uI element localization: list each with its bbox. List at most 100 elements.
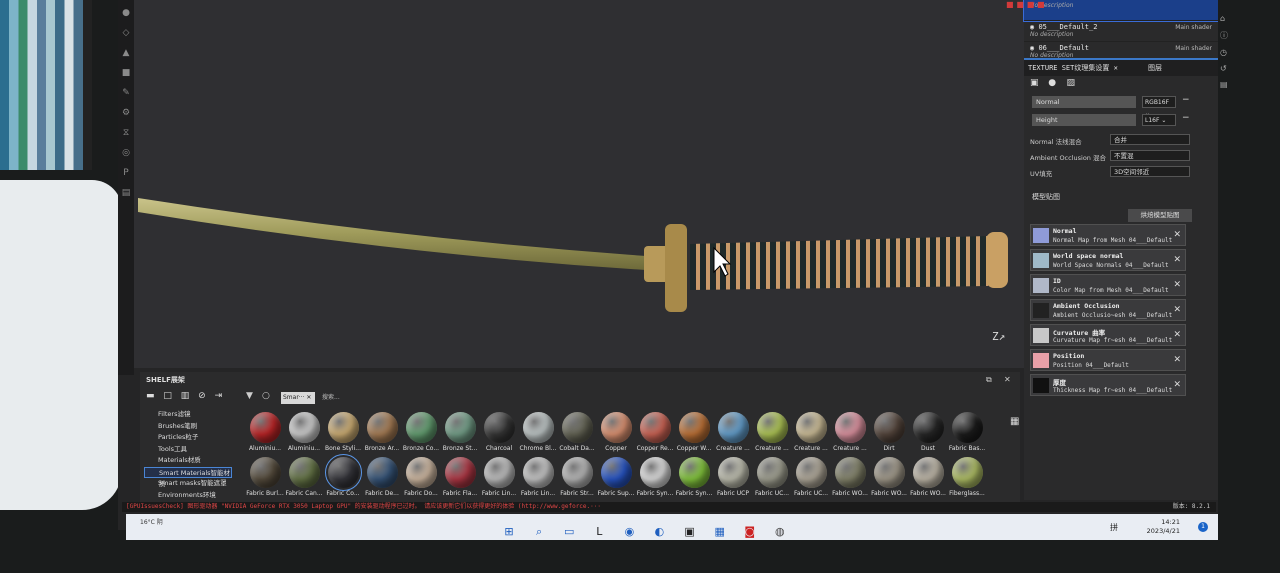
doc-icon[interactable]: ▤ [1220,80,1234,89]
sphere-icon[interactable]: ● [1048,78,1058,88]
remove-channel-icon[interactable]: − [1182,113,1190,123]
shelf-category[interactable]: Particles粒子 [144,432,232,443]
material-thumbnail[interactable]: Creature ... [753,412,791,457]
eraser-tool-icon[interactable]: ◇ [121,28,131,38]
material-thumbnail[interactable]: Fabric Syn... [675,457,713,502]
material-thumbnail[interactable]: Aluminiu... [285,412,323,457]
paint-tool-icon[interactable]: ● [121,8,131,18]
store-icon[interactable]: ▣ [683,525,697,539]
material-thumbnail[interactable]: Fabric Bas... [948,412,986,457]
close-icon[interactable]: ✕ [1004,375,1011,384]
tab-texture-set-settings[interactable]: TEXTURE SET纹理集设置 ✕ [1028,63,1118,73]
info-icon[interactable]: ⓘ [1220,30,1234,41]
remove-map-icon[interactable]: ✕ [1173,330,1181,340]
projection-tool-icon[interactable]: ▲ [121,48,131,58]
shelf-category[interactable]: Tools工具 [144,444,232,455]
material-thumbnail[interactable]: Dust [909,412,947,457]
painter-icon[interactable]: ▦ [713,525,727,539]
setting-select[interactable]: 3D空间邻近 [1110,166,1190,177]
folder-icon[interactable]: ▬ [146,391,155,401]
material-thumbnail[interactable]: Fabric WO... [909,457,947,502]
remove-channel-icon[interactable]: − [1182,95,1190,105]
channel-height[interactable]: Height [1032,114,1136,126]
remove-map-icon[interactable]: ✕ [1173,305,1181,315]
settings-icon[interactable]: ⚙ [121,108,131,118]
app-icon[interactable]: ◙ [743,525,757,539]
filter-icon[interactable]: ▼ [246,391,253,401]
material-thumbnail[interactable]: Fabric WO... [831,457,869,502]
material-thumbnail[interactable]: Fabric UCP [714,457,752,502]
new-file-icon[interactable]: □ [163,391,172,401]
mesh-map-item[interactable]: Curvature 曲率 Curvature Map fr~esh 04___De… [1030,324,1186,346]
shelf-category[interactable]: Brushes笔刷 [144,421,232,432]
setting-select[interactable]: 合并 [1110,134,1190,145]
maximize-icon[interactable]: ⧉ [986,375,992,385]
weather-widget[interactable]: 16°C 阴 [140,517,163,526]
mesh-map-item[interactable]: Position Position 04___Default ✕ [1030,349,1186,371]
material-thumbnail[interactable]: Fabric Do... [402,457,440,502]
material-thumbnail[interactable]: Cobalt Da... [558,412,596,457]
hide-icon[interactable]: ⊘ [198,391,206,401]
remove-map-icon[interactable]: ✕ [1173,255,1181,265]
material-thumbnail[interactable]: Fabric Lin... [519,457,557,502]
shelf-category[interactable]: Materials材质 [144,455,232,466]
search-icon[interactable]: ⌕ [532,525,546,539]
channel-format-select[interactable]: L16F ⌄ [1142,114,1176,126]
material-thumbnail[interactable]: Charcoal [480,412,518,457]
stamp-tool-icon[interactable]: ■ [121,68,131,78]
material-thumbnail[interactable]: Fabric Str... [558,457,596,502]
python-icon[interactable]: P [121,168,131,178]
material-thumbnail[interactable]: Fiberglass... [948,457,986,502]
material-thumbnail[interactable]: Fabric Lin... [480,457,518,502]
import-icon[interactable]: ⇥ [215,391,223,401]
material-thumbnail[interactable]: Creature ... [714,412,752,457]
material-thumbnail[interactable]: Fabric UC... [792,457,830,502]
remove-map-icon[interactable]: ✕ [1173,380,1181,390]
shelf-category[interactable]: Smart masks智能遮罩 [144,478,232,489]
material-thumbnail[interactable]: Chrome Bl... [519,412,557,457]
remove-map-icon[interactable]: ✕ [1173,230,1181,240]
material-thumbnail[interactable]: Aluminiu... [246,412,284,457]
layer-item[interactable]: ◉ 05___Default_2 No description Main sha… [1024,21,1218,42]
material-thumbnail[interactable]: Copper [597,412,635,457]
search-filter-tag[interactable]: Smar··· ✕ [281,392,315,404]
material-thumbnail[interactable]: Bronze Ar... [363,412,401,457]
shelf-category[interactable]: Environments环境 [144,490,232,501]
material-thumbnail[interactable]: Fabric Syn... [636,457,674,502]
material-thumbnail[interactable]: Creature ... [831,412,869,457]
remove-map-icon[interactable]: ✕ [1173,355,1181,365]
mesh-map-item[interactable]: World space normal World Space Normals 04… [1030,249,1186,271]
explorer-icon[interactable]: L [592,525,606,539]
display-icon[interactable]: ◎ [121,148,131,158]
mesh-map-item[interactable]: 厚度 Thickness Map fr~esh 04___Default ✕ [1030,374,1186,396]
system-clock[interactable]: 14:21 2023/4/21 [1147,518,1180,536]
bell-icon[interactable]: ⌂ [1220,14,1234,23]
mesh-map-item[interactable]: Ambient Occlusion Ambient Occlusio~esh 04… [1030,299,1186,321]
material-thumbnail[interactable]: Fabric Sup... [597,457,635,502]
material-thumbnail[interactable]: Fabric UC... [753,457,791,502]
picker-tool-icon[interactable]: ✎ [121,88,131,98]
notification-badge[interactable]: 1 [1198,522,1208,532]
material-thumbnail[interactable]: Fabric De... [363,457,401,502]
material-thumbnail[interactable]: Creature ... [792,412,830,457]
channel-normal[interactable]: Normal [1032,96,1136,108]
layer-item-selected[interactable]: No description [1023,0,1218,22]
material-thumbnail[interactable]: Copper Re... [636,412,674,457]
steam-icon[interactable]: ◉ [622,525,636,539]
bake-mesh-maps-button[interactable]: 烘焙模型贴图 [1128,209,1192,222]
material-thumbnail[interactable]: Fabric Can... [285,457,323,502]
edge-icon[interactable]: ◐ [652,525,666,539]
ime-indicator[interactable]: 拼 [1110,522,1118,533]
remove-map-icon[interactable]: ✕ [1173,280,1181,290]
start-icon[interactable]: ⊞ [502,525,516,539]
material-thumbnail[interactable]: Dirt [870,412,908,457]
app-icon[interactable]: ◍ [773,525,787,539]
reset-icon[interactable]: ↺ [1220,64,1234,73]
shelf-category[interactable]: Smart Materials智能材质 [144,466,232,488]
layout-icon[interactable]: ▥ [181,391,190,401]
mesh-map-item[interactable]: ID Color Map from Mesh 04___Default ✕ [1030,274,1186,296]
search-input[interactable]: 搜索... [322,392,962,404]
material-thumbnail[interactable]: Fabric Fla... [441,457,479,502]
texture-set-icon[interactable]: ▣ [1030,78,1040,88]
clock-icon[interactable]: ◷ [1220,48,1234,57]
